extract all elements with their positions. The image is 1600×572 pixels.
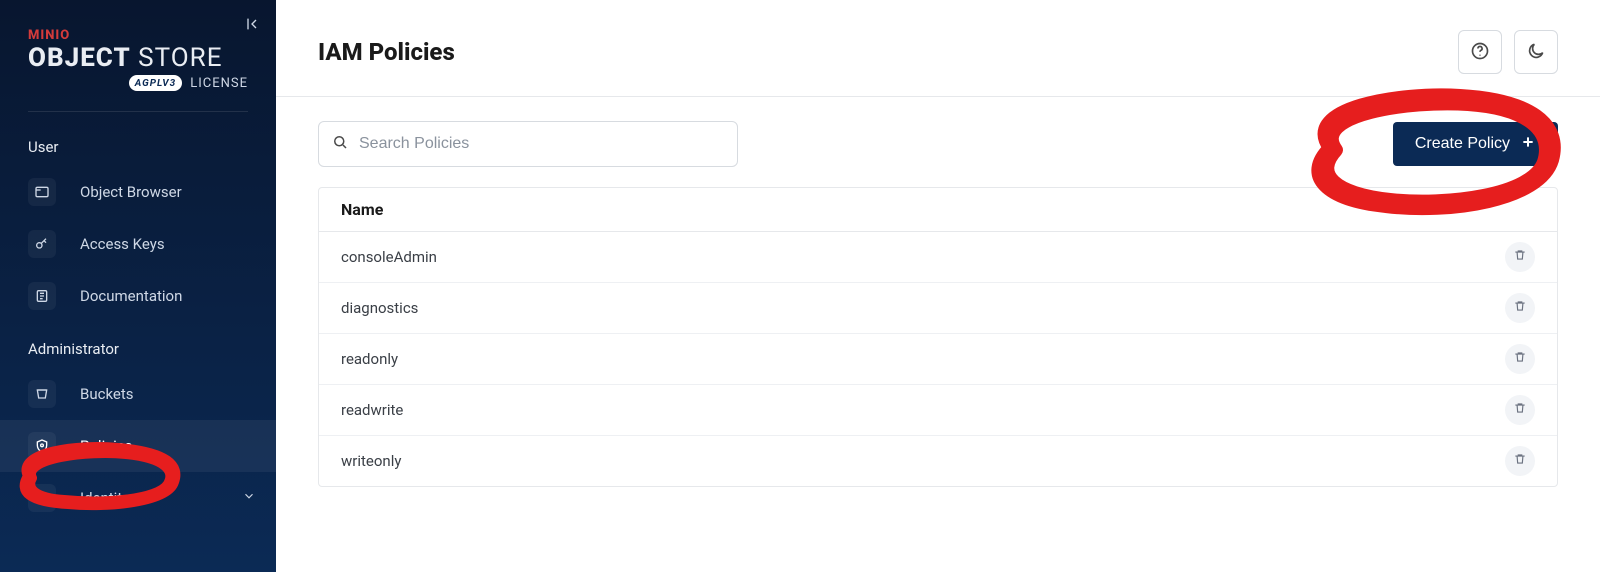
- divider: [28, 111, 248, 112]
- policy-name: diagnostics: [341, 299, 418, 317]
- policy-name: writeonly: [341, 452, 401, 470]
- main: IAM Policies: [276, 0, 1600, 572]
- toolbar: Create Policy: [318, 121, 1558, 167]
- plus-icon: [1520, 134, 1536, 155]
- brand-sub: AGPLV3 LICENSE: [28, 75, 248, 91]
- table-row[interactable]: writeonly: [319, 436, 1557, 486]
- trash-icon: [1513, 248, 1527, 266]
- section-user-label: User: [0, 120, 276, 166]
- policy-name: consoleAdmin: [341, 248, 437, 266]
- sidebar-item-access-keys[interactable]: Access Keys: [0, 218, 276, 270]
- help-icon: [1470, 41, 1490, 64]
- bucket-icon: [28, 380, 56, 408]
- delete-button[interactable]: [1505, 446, 1535, 476]
- policy-name: readonly: [341, 350, 398, 368]
- sidebar-item-object-browser[interactable]: Object Browser: [0, 166, 276, 218]
- shield-icon: [28, 432, 56, 460]
- topbar: IAM Policies: [276, 0, 1600, 97]
- brand-top: MINIO: [28, 28, 248, 43]
- key-icon: [28, 230, 56, 258]
- table-row[interactable]: readwrite: [319, 385, 1557, 436]
- table-row[interactable]: readonly: [319, 334, 1557, 385]
- create-policy-label: Create Policy: [1415, 135, 1510, 153]
- section-admin-label: Administrator: [0, 322, 276, 368]
- collapse-sidebar-button[interactable]: [242, 14, 262, 34]
- trash-icon: [1513, 452, 1527, 470]
- delete-button[interactable]: [1505, 293, 1535, 323]
- table-header-name: Name: [319, 188, 1557, 232]
- search-input[interactable]: [359, 135, 725, 153]
- sidebar-item-label: Object Browser: [80, 183, 182, 201]
- folder-icon: [28, 178, 56, 206]
- policies-table: Name consoleAdmin diagnostics readonly: [318, 187, 1558, 487]
- sidebar-item-buckets[interactable]: Buckets: [0, 368, 276, 420]
- brand-main-light: STORE: [131, 43, 223, 73]
- brand-license: LICENSE: [190, 76, 248, 91]
- sidebar-item-documentation[interactable]: Documentation: [0, 270, 276, 322]
- page-title: IAM Policies: [318, 38, 455, 66]
- content: Create Policy Name consoleAdmin diagnost…: [276, 97, 1600, 511]
- trash-icon: [1513, 401, 1527, 419]
- policy-name: readwrite: [341, 401, 403, 419]
- search-wrapper[interactable]: [318, 121, 738, 167]
- table-row[interactable]: consoleAdmin: [319, 232, 1557, 283]
- search-icon: [331, 133, 349, 155]
- moon-icon: [1526, 41, 1546, 64]
- sidebar-item-policies[interactable]: Policies: [0, 420, 276, 472]
- trash-icon: [1513, 350, 1527, 368]
- brand-badge: AGPLV3: [129, 75, 183, 91]
- sidebar-item-identity[interactable]: Identity: [0, 472, 276, 524]
- sidebar-item-label: Identity: [80, 489, 129, 507]
- help-button[interactable]: [1458, 30, 1502, 74]
- delete-button[interactable]: [1505, 242, 1535, 272]
- delete-button[interactable]: [1505, 395, 1535, 425]
- sidebar: MINIO OBJECT STORE AGPLV3 LICENSE User O…: [0, 0, 276, 572]
- identity-icon: [28, 484, 56, 512]
- delete-button[interactable]: [1505, 344, 1535, 374]
- chevron-down-icon: [242, 489, 256, 507]
- sidebar-item-label: Access Keys: [80, 235, 165, 253]
- sidebar-item-label: Documentation: [80, 287, 182, 305]
- table-row[interactable]: diagnostics: [319, 283, 1557, 334]
- theme-toggle-button[interactable]: [1514, 30, 1558, 74]
- sidebar-item-label: Policies: [80, 437, 132, 455]
- brand-main-bold: OBJECT: [28, 43, 131, 73]
- sidebar-item-label: Buckets: [80, 385, 134, 403]
- trash-icon: [1513, 299, 1527, 317]
- brand-block: MINIO OBJECT STORE AGPLV3 LICENSE: [0, 12, 276, 101]
- documentation-icon: [28, 282, 56, 310]
- create-policy-button[interactable]: Create Policy: [1393, 122, 1558, 166]
- topbar-actions: [1458, 30, 1558, 74]
- brand-main: OBJECT STORE: [28, 43, 248, 73]
